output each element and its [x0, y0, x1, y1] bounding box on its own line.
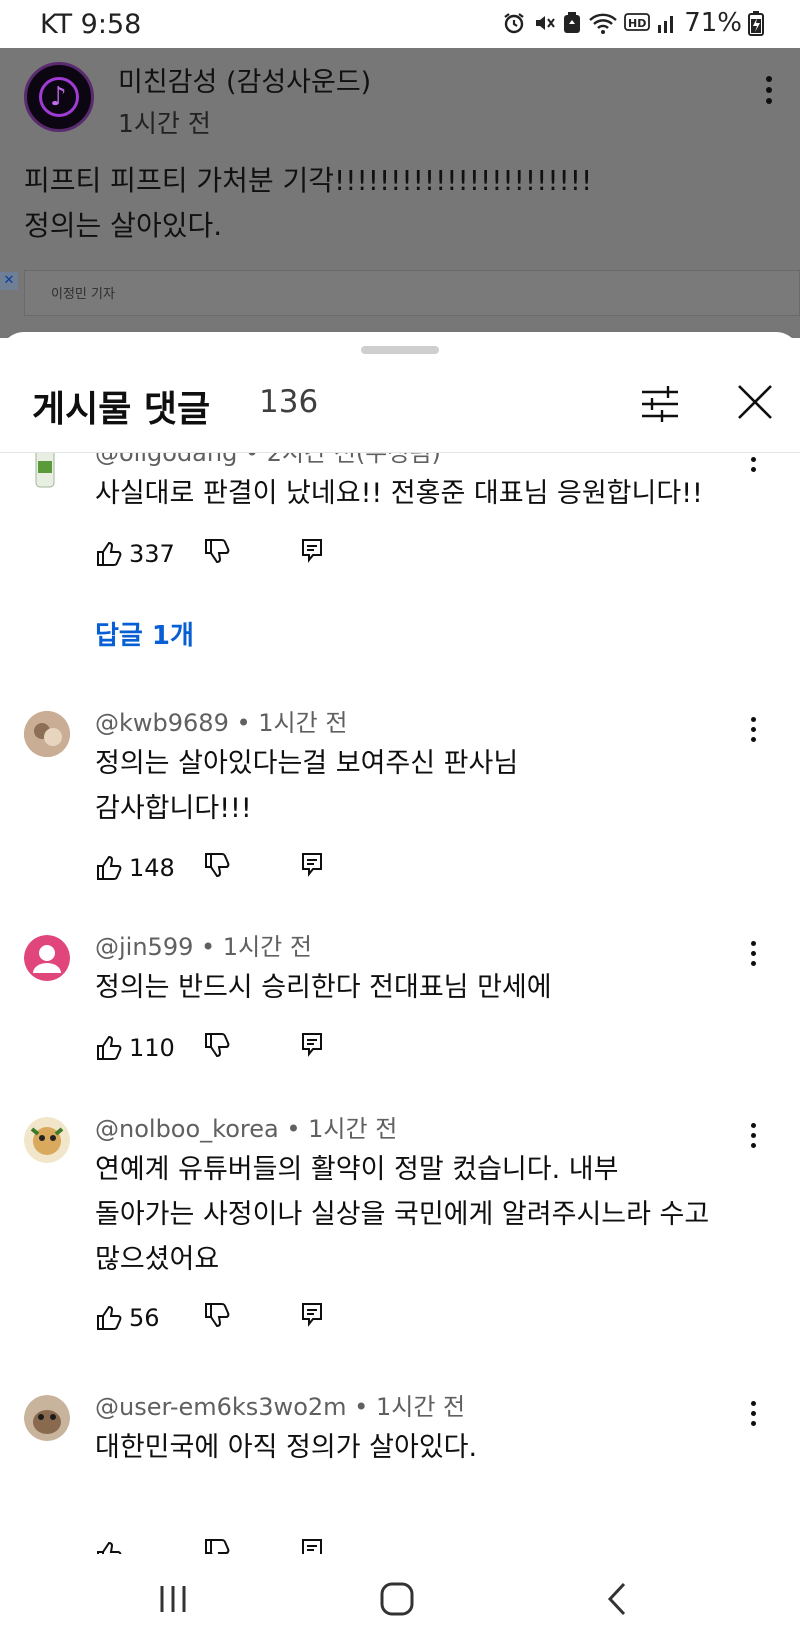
comment-item: @jin599 • 1시간 전 정의는 반드시 승리한다 전대표님 만세에 11…	[0, 927, 800, 1087]
channel-avatar[interactable]: ♪	[24, 62, 94, 132]
drag-handle[interactable]	[361, 346, 439, 354]
like-count: 56	[129, 1304, 160, 1332]
comment-author[interactable]: @oligodang	[95, 453, 237, 467]
avatar[interactable]	[24, 935, 70, 981]
signal-icon	[658, 16, 674, 33]
avatar[interactable]	[24, 1395, 70, 1441]
comment-text: 연예계 유튜버들의 활약이 정말 컸습니다. 내부 돌아가는 사정이나 실상을 …	[95, 1154, 710, 1275]
comment-author[interactable]: @jin599	[95, 933, 193, 961]
replies-toggle[interactable]: 답글 1개	[95, 615, 194, 652]
comment-text: 대한민국에 아직 정의가 살아있다.	[95, 1432, 478, 1463]
comment-item: @nolboo_korea • 1시간 전 연예계 유튜버들의 활약이 정말 컸…	[0, 1109, 800, 1359]
comment-time: 1시간 전	[222, 933, 312, 961]
status-bar: KT 9:58 HD 71%	[0, 0, 800, 48]
comment-actions: 148	[95, 851, 322, 885]
post-text: 피프티 피프티 가처분 기각!!!!!!!!!!!!!!!!!!!!!!! 정의…	[24, 164, 593, 242]
carrier-time: KT 9:58	[40, 9, 142, 40]
channel-name[interactable]: 미친감성 (감성사운드)	[118, 60, 371, 99]
comment-text: 사실대로 판결이 났네요!! 전홍준 대표님 응원합니다!!	[95, 478, 703, 509]
like-button[interactable]	[95, 1540, 123, 1554]
thumbs-down-icon[interactable]	[203, 1301, 231, 1329]
home-icon[interactable]	[372, 1574, 422, 1624]
post-time: 1시간 전	[118, 109, 211, 138]
comment-text: 정의는 살아있다는걸 보여주신 판사님 감사합니다!!!	[95, 748, 519, 824]
like-count: 337	[129, 540, 175, 568]
thumbs-up-icon	[97, 855, 122, 880]
like-button[interactable]: 110	[95, 1034, 175, 1062]
comment-author[interactable]: @kwb9689	[95, 709, 229, 737]
comment-count: 136	[259, 384, 319, 420]
separator: •	[286, 1115, 301, 1143]
avatar[interactable]	[30, 453, 60, 489]
post-card-caption: 이정민 기자	[51, 287, 115, 302]
thumbs-up-icon	[97, 1305, 122, 1330]
like-button[interactable]: 56	[95, 1304, 160, 1332]
comment-item: @user-em6ks3wo2m • 1시간 전 대한민국에 아직 정의가 살아…	[0, 1387, 800, 1554]
thumbs-down-icon[interactable]	[203, 537, 231, 565]
post-image-card[interactable]: 이정민 기자	[24, 270, 800, 316]
comment-time: 2시간 전(수정됨)	[266, 453, 441, 467]
separator: •	[201, 933, 216, 961]
separator: •	[244, 453, 260, 467]
reply-icon[interactable]	[301, 1301, 323, 1327]
hd-voice-icon: HD	[624, 13, 651, 31]
comments-sheet: 게시물 댓글 136 @oligodang • 2시간 전(수정됨) 사실대로 …	[0, 332, 800, 1554]
battery-charging-icon	[748, 11, 764, 36]
sheet-title: 게시물 댓글	[32, 389, 211, 430]
comment-actions: 110	[95, 1031, 322, 1065]
reply-icon[interactable]	[301, 537, 323, 563]
reply-icon[interactable]	[301, 851, 323, 877]
back-icon[interactable]	[592, 1574, 642, 1624]
separator: •	[354, 1393, 369, 1421]
battery-percent: 71%	[684, 8, 742, 38]
comment-list[interactable]: @oligodang • 2시간 전(수정됨) 사실대로 판결이 났네요!! 전…	[0, 453, 800, 1554]
like-count: 110	[129, 1034, 175, 1062]
comment-author[interactable]: @nolboo_korea	[95, 1115, 279, 1143]
ad-close-icon[interactable]: ✕	[0, 272, 18, 290]
comment-header: @kwb9689 • 1시간 전	[95, 703, 347, 738]
comment-item: @kwb9689 • 1시간 전 정의는 살아있다는걸 보여주신 판사님 감사합…	[0, 703, 800, 903]
thumbs-up-icon	[97, 1035, 122, 1060]
like-button[interactable]: 148	[95, 854, 175, 882]
close-icon[interactable]	[733, 380, 777, 424]
like-button[interactable]: 337	[95, 540, 175, 568]
svg-text:HD: HD	[628, 17, 646, 30]
thumbs-down-icon[interactable]	[203, 1537, 231, 1554]
community-post: ♪ 미친감성 (감성사운드) 1시간 전 피프티 피프티 가처분 기각!!!!!…	[0, 48, 800, 338]
comment-actions: 56	[95, 1301, 322, 1335]
thumbs-down-icon[interactable]	[203, 851, 231, 879]
thumbs-up-icon	[97, 1541, 122, 1554]
comment-text: 정의는 반드시 승리한다 전대표님 만세에	[95, 972, 552, 1003]
status-icons: HD 71%	[502, 8, 764, 38]
comment-item: @oligodang • 2시간 전(수정됨) 사실대로 판결이 났네요!! 전…	[0, 453, 800, 683]
comment-time: 1시간 전	[308, 1115, 398, 1143]
avatar[interactable]	[24, 711, 70, 757]
comment-header: @nolboo_korea • 1시간 전	[95, 1109, 397, 1144]
navigation-bar	[0, 1554, 800, 1644]
comment-time: 1시간 전	[375, 1393, 466, 1421]
comment-time: 1시간 전	[258, 709, 348, 737]
post-more-options-icon[interactable]	[764, 76, 774, 116]
sort-filter-icon[interactable]	[638, 382, 682, 426]
music-note-icon: ♪	[50, 82, 67, 112]
mute-icon	[536, 16, 556, 30]
comment-header: @user-em6ks3wo2m • 1시간 전	[95, 1387, 465, 1422]
comment-actions	[95, 1537, 322, 1554]
avatar[interactable]	[24, 1117, 70, 1163]
thumbs-up-icon	[97, 541, 122, 566]
comment-header: @jin599 • 1시간 전	[95, 927, 312, 962]
recent-apps-icon[interactable]	[148, 1574, 198, 1624]
comment-header: @oligodang • 2시간 전(수정됨)	[95, 453, 441, 468]
comment-actions: 337	[95, 537, 322, 571]
wifi-icon	[589, 13, 618, 34]
thumbs-down-icon[interactable]	[203, 1031, 231, 1059]
reply-icon[interactable]	[301, 1031, 323, 1057]
reply-icon[interactable]	[301, 1537, 323, 1554]
separator: •	[236, 709, 251, 737]
comment-author[interactable]: @user-em6ks3wo2m	[95, 1393, 347, 1421]
data-saver-icon	[564, 12, 581, 33]
like-count: 148	[129, 854, 175, 882]
alarm-icon	[504, 13, 524, 34]
